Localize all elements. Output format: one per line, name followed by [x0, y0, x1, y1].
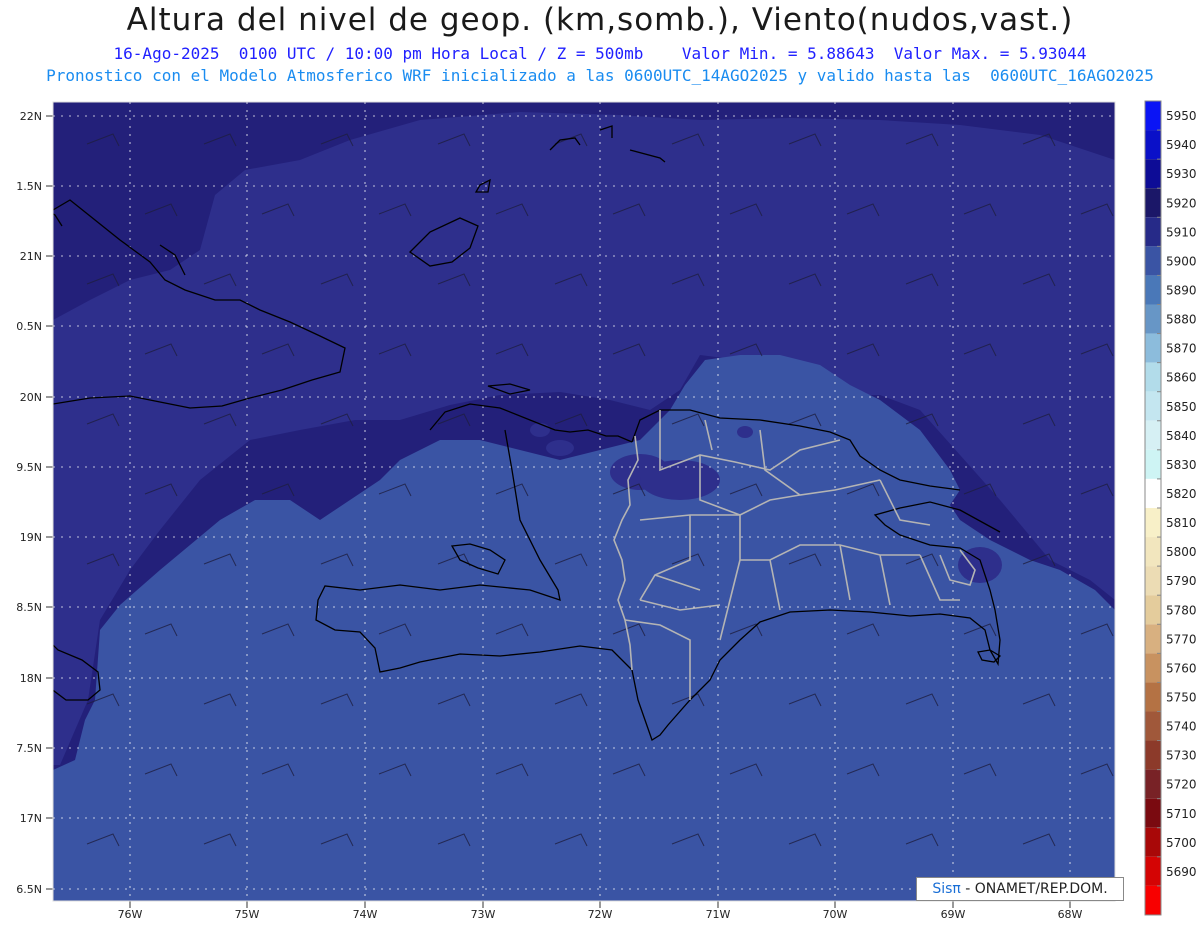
colorbar-level-label: 5920: [1166, 196, 1197, 210]
colorbar-level-label: 5850: [1166, 400, 1197, 414]
colorbar-level-label: 5900: [1166, 254, 1197, 268]
latitude-label: 6.5N: [16, 883, 42, 896]
longitude-labels: 76W 75W 74W 73W 72W 71W 70W 69W 68W: [118, 901, 1083, 921]
color-swatch: [1145, 537, 1161, 567]
color-swatch: [1145, 624, 1161, 654]
geopotential-map: 22N 1.5N 21N 0.5N 20N 9.5N 19N 8.5N 18N 7.5N 17N 6.…: [16, 100, 1197, 921]
color-swatch: [1145, 856, 1161, 886]
colorbar-level-label: 5800: [1166, 545, 1197, 559]
wind-barb: [847, 904, 879, 916]
latitude-label: 7.5N: [16, 742, 42, 755]
color-swatch: [1145, 246, 1161, 276]
color-swatch: [1145, 507, 1161, 538]
colorbar-level-label: 5810: [1166, 516, 1197, 530]
colorbar-level-label: 5730: [1166, 749, 1197, 763]
colorbar-level-label: 5760: [1166, 661, 1197, 675]
latitude-labels: 22N 1.5N 21N 0.5N 20N 9.5N 19N 8.5N 18N 7.5N 17N 6.…: [16, 110, 53, 896]
wind-barb: [145, 904, 177, 916]
colorbar-level-label: 5750: [1166, 690, 1197, 704]
sispi-logo: Sisπ: [932, 881, 961, 897]
color-swatch: [1145, 101, 1161, 131]
latitude-label: 9.5N: [16, 461, 42, 474]
color-swatch: [1145, 740, 1161, 770]
color-swatch: [1145, 449, 1161, 479]
color-swatch: [1145, 595, 1161, 625]
color-swatch: [1145, 769, 1161, 799]
colorbar-level-label: 5890: [1166, 283, 1197, 297]
map-plot-area: [53, 102, 1115, 901]
color-swatch: [1145, 275, 1161, 305]
colorbar-level-label: 5710: [1166, 807, 1197, 821]
colorbar-level-label: 5740: [1166, 720, 1197, 734]
color-swatch: [1145, 827, 1161, 857]
color-swatch: [1145, 362, 1161, 392]
latitude-label: 18N: [20, 672, 42, 685]
color-swatch: [1145, 420, 1161, 450]
color-scale-legend: 5950 5940 5930 5920 5910 5900 5890 5880 5870 5860…: [1144, 100, 1197, 916]
wind-barb: [964, 904, 996, 916]
low-height-pocket: [546, 440, 574, 456]
color-swatch: [1145, 304, 1161, 334]
color-swatch: [1145, 653, 1161, 683]
latitude-label: 1.5N: [16, 180, 42, 193]
longitude-label: 75W: [235, 908, 260, 921]
color-swatch: [1145, 188, 1161, 218]
color-swatch: [1145, 478, 1161, 508]
color-swatch: [1145, 333, 1161, 363]
wind-barb: [496, 904, 528, 916]
colorbar-level-label: 5910: [1166, 225, 1197, 239]
wind-barb: [1081, 904, 1113, 916]
latitude-label: 21N: [20, 250, 42, 263]
color-swatch: [1145, 391, 1161, 421]
longitude-label: 70W: [823, 908, 848, 921]
longitude-label: 73W: [471, 908, 496, 921]
low-height-pocket: [530, 423, 550, 437]
low-height-pocket: [737, 426, 753, 438]
longitude-label: 69W: [941, 908, 966, 921]
latitude-label: 17N: [20, 812, 42, 825]
color-swatch: [1145, 711, 1161, 741]
wind-barb: [262, 904, 294, 916]
latitude-label: 22N: [20, 110, 42, 123]
latitude-label: 0.5N: [16, 320, 42, 333]
colorbar-level-label: 5930: [1166, 167, 1197, 181]
colorbar-level-label: 5860: [1166, 371, 1197, 385]
colorbar-level-label: 5940: [1166, 138, 1197, 152]
color-swatch: [1145, 217, 1161, 247]
longitude-label: 74W: [353, 908, 378, 921]
longitude-label: 71W: [706, 908, 731, 921]
colorbar-level-label: 5820: [1166, 487, 1197, 501]
credit-text: - ONAMET/REP.DOM.: [965, 881, 1108, 897]
colorbar-level-label: 5830: [1166, 458, 1197, 472]
low-height-pocket: [958, 547, 1002, 583]
colorbar-level-label: 5770: [1166, 632, 1197, 646]
latitude-label: 8.5N: [16, 601, 42, 614]
latitude-label: 20N: [20, 391, 42, 404]
credit-box: Sisπ - ONAMET/REP.DOM.: [916, 877, 1124, 901]
longitude-label: 76W: [118, 908, 143, 921]
color-swatch: [1145, 885, 1161, 915]
colorbar-level-label: 5880: [1166, 313, 1197, 327]
colorbar-level-label: 5690: [1166, 865, 1197, 879]
color-swatch: [1145, 682, 1161, 712]
latitude-label: 19N: [20, 531, 42, 544]
colorbar-level-label: 5700: [1166, 836, 1197, 850]
longitude-label: 72W: [588, 908, 613, 921]
wind-barb: [613, 904, 645, 916]
color-swatch: [1145, 566, 1161, 596]
low-height-pocket: [640, 460, 720, 500]
colorbar-level-label: 5840: [1166, 429, 1197, 443]
colorbar-level-label: 5780: [1166, 603, 1197, 617]
wind-barb: [379, 904, 411, 916]
colorbar-level-label: 5870: [1166, 342, 1197, 356]
colorbar-level-label: 5790: [1166, 574, 1197, 588]
color-swatch: [1145, 798, 1161, 828]
colorbar-level-label: 5950: [1166, 109, 1197, 123]
wind-barb: [730, 904, 762, 916]
color-swatch: [1145, 159, 1161, 189]
longitude-label: 68W: [1058, 908, 1083, 921]
colorbar-level-label: 5720: [1166, 778, 1197, 792]
color-swatch: [1145, 130, 1161, 160]
